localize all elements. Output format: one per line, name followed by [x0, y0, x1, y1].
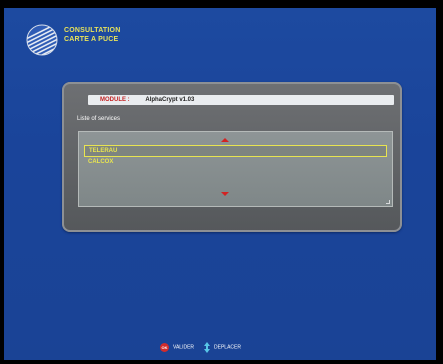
- services-panel: MODULE : AlphaCrypt v1.03 Liste of servi…: [62, 82, 402, 232]
- header-title: CONSULTATION CARTE A PUCE: [64, 26, 120, 44]
- module-bar: MODULE : AlphaCrypt v1.03: [88, 95, 394, 105]
- striped-globe-logo-icon: [26, 24, 58, 56]
- up-down-arrows-icon: [204, 342, 211, 353]
- screen: CONSULTATION CARTE A PUCE MODULE : Alpha…: [0, 0, 443, 364]
- list-item-calcox[interactable]: CALCOX: [84, 157, 385, 167]
- module-value: AlphaCrypt v1.03: [145, 97, 195, 103]
- services-list: TELERAU CALCOX: [78, 131, 393, 207]
- corner-grip-icon: [386, 200, 390, 204]
- scroll-up-arrow-icon[interactable]: [221, 138, 229, 142]
- services-list-label: Liste of services: [77, 116, 121, 122]
- move-label: DEPLACER: [214, 344, 241, 351]
- list-item-telerau[interactable]: TELERAU: [84, 145, 387, 157]
- footer-hints: OK VALIDER DEPLACER: [160, 342, 241, 353]
- validate-label: VALIDER: [173, 344, 195, 351]
- ok-button-icon[interactable]: OK: [160, 343, 169, 352]
- scroll-down-arrow-icon[interactable]: [221, 192, 229, 196]
- header-title-line2: CARTE A PUCE: [64, 36, 119, 43]
- header-title-line1: CONSULTATION: [64, 27, 121, 34]
- module-label: MODULE :: [100, 97, 130, 103]
